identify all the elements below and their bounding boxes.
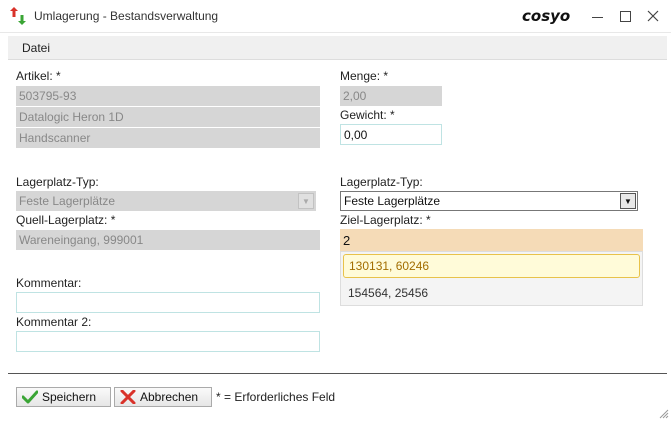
footer-divider [8, 373, 667, 374]
comment2-label: Kommentar 2: [16, 315, 92, 329]
checkmark-icon [22, 390, 38, 404]
cosyo-logo: cosyo [522, 8, 570, 24]
target-location-type-select[interactable]: Feste Lagerplätze ▼ [340, 191, 638, 211]
minimize-button[interactable] [584, 4, 610, 28]
save-button-label: Speichern [42, 390, 97, 404]
save-button[interactable]: Speichern [16, 387, 111, 407]
weight-input[interactable] [340, 124, 442, 145]
comment-input[interactable] [16, 292, 320, 313]
source-location-label: Quell-Lagerplatz: * [16, 213, 116, 227]
target-location-type-label: Lagerplatz-Typ: [340, 175, 423, 189]
up-down-arrows-icon [10, 7, 26, 25]
quantity-field: 2,00 [340, 86, 442, 106]
target-location-input[interactable]: 2 [340, 229, 643, 251]
weight-label: Gewicht: * [340, 108, 395, 122]
source-location-type-value: Feste Lagerplätze [19, 194, 116, 208]
close-button[interactable] [640, 4, 666, 28]
target-location-label: Ziel-Lagerplatz: * [340, 213, 431, 227]
chevron-down-icon: ▼ [298, 193, 314, 209]
window-title: Umlagerung - Bestandsverwaltung [34, 9, 219, 23]
cross-icon [120, 390, 136, 404]
svg-text:cosyo: cosyo [522, 8, 570, 24]
suggestion-item[interactable]: 130131, 60246 [343, 254, 640, 278]
cancel-button[interactable]: Abbrechen [114, 387, 212, 407]
article-type-field: Handscanner [16, 128, 320, 148]
comment2-input[interactable] [16, 331, 320, 352]
maximize-icon [619, 10, 631, 22]
source-location-type-label: Lagerplatz-Typ: [16, 175, 99, 189]
cancel-button-label: Abbrechen [140, 390, 199, 404]
source-location-type-select: Feste Lagerplätze ▼ [16, 191, 316, 211]
target-location-suggestions: 130131, 60246 154564, 25456 [340, 251, 643, 306]
required-field-note: * = Erforderliches Feld [216, 390, 336, 404]
target-location-type-value: Feste Lagerplätze [344, 194, 441, 208]
comment-label: Kommentar: [16, 276, 82, 290]
menu-bar: Datei [8, 36, 667, 60]
article-label: Artikel: * [16, 69, 61, 83]
source-location-field: Wareneingang, 999001 [16, 230, 320, 250]
article-number-field: 503795-93 [16, 86, 320, 106]
title-bar: Umlagerung - Bestandsverwaltung cosyo [0, 0, 671, 33]
suggestion-item[interactable]: 154564, 25456 [343, 281, 640, 305]
menu-file[interactable]: Datei [22, 41, 50, 55]
quantity-label: Menge: * [340, 69, 389, 83]
minimize-icon [591, 16, 603, 18]
chevron-down-icon[interactable]: ▼ [620, 193, 636, 209]
maximize-button[interactable] [612, 4, 638, 28]
close-icon [647, 10, 659, 22]
article-name-field: Datalogic Heron 1D [16, 107, 320, 127]
resize-grip-icon[interactable] [659, 409, 669, 419]
